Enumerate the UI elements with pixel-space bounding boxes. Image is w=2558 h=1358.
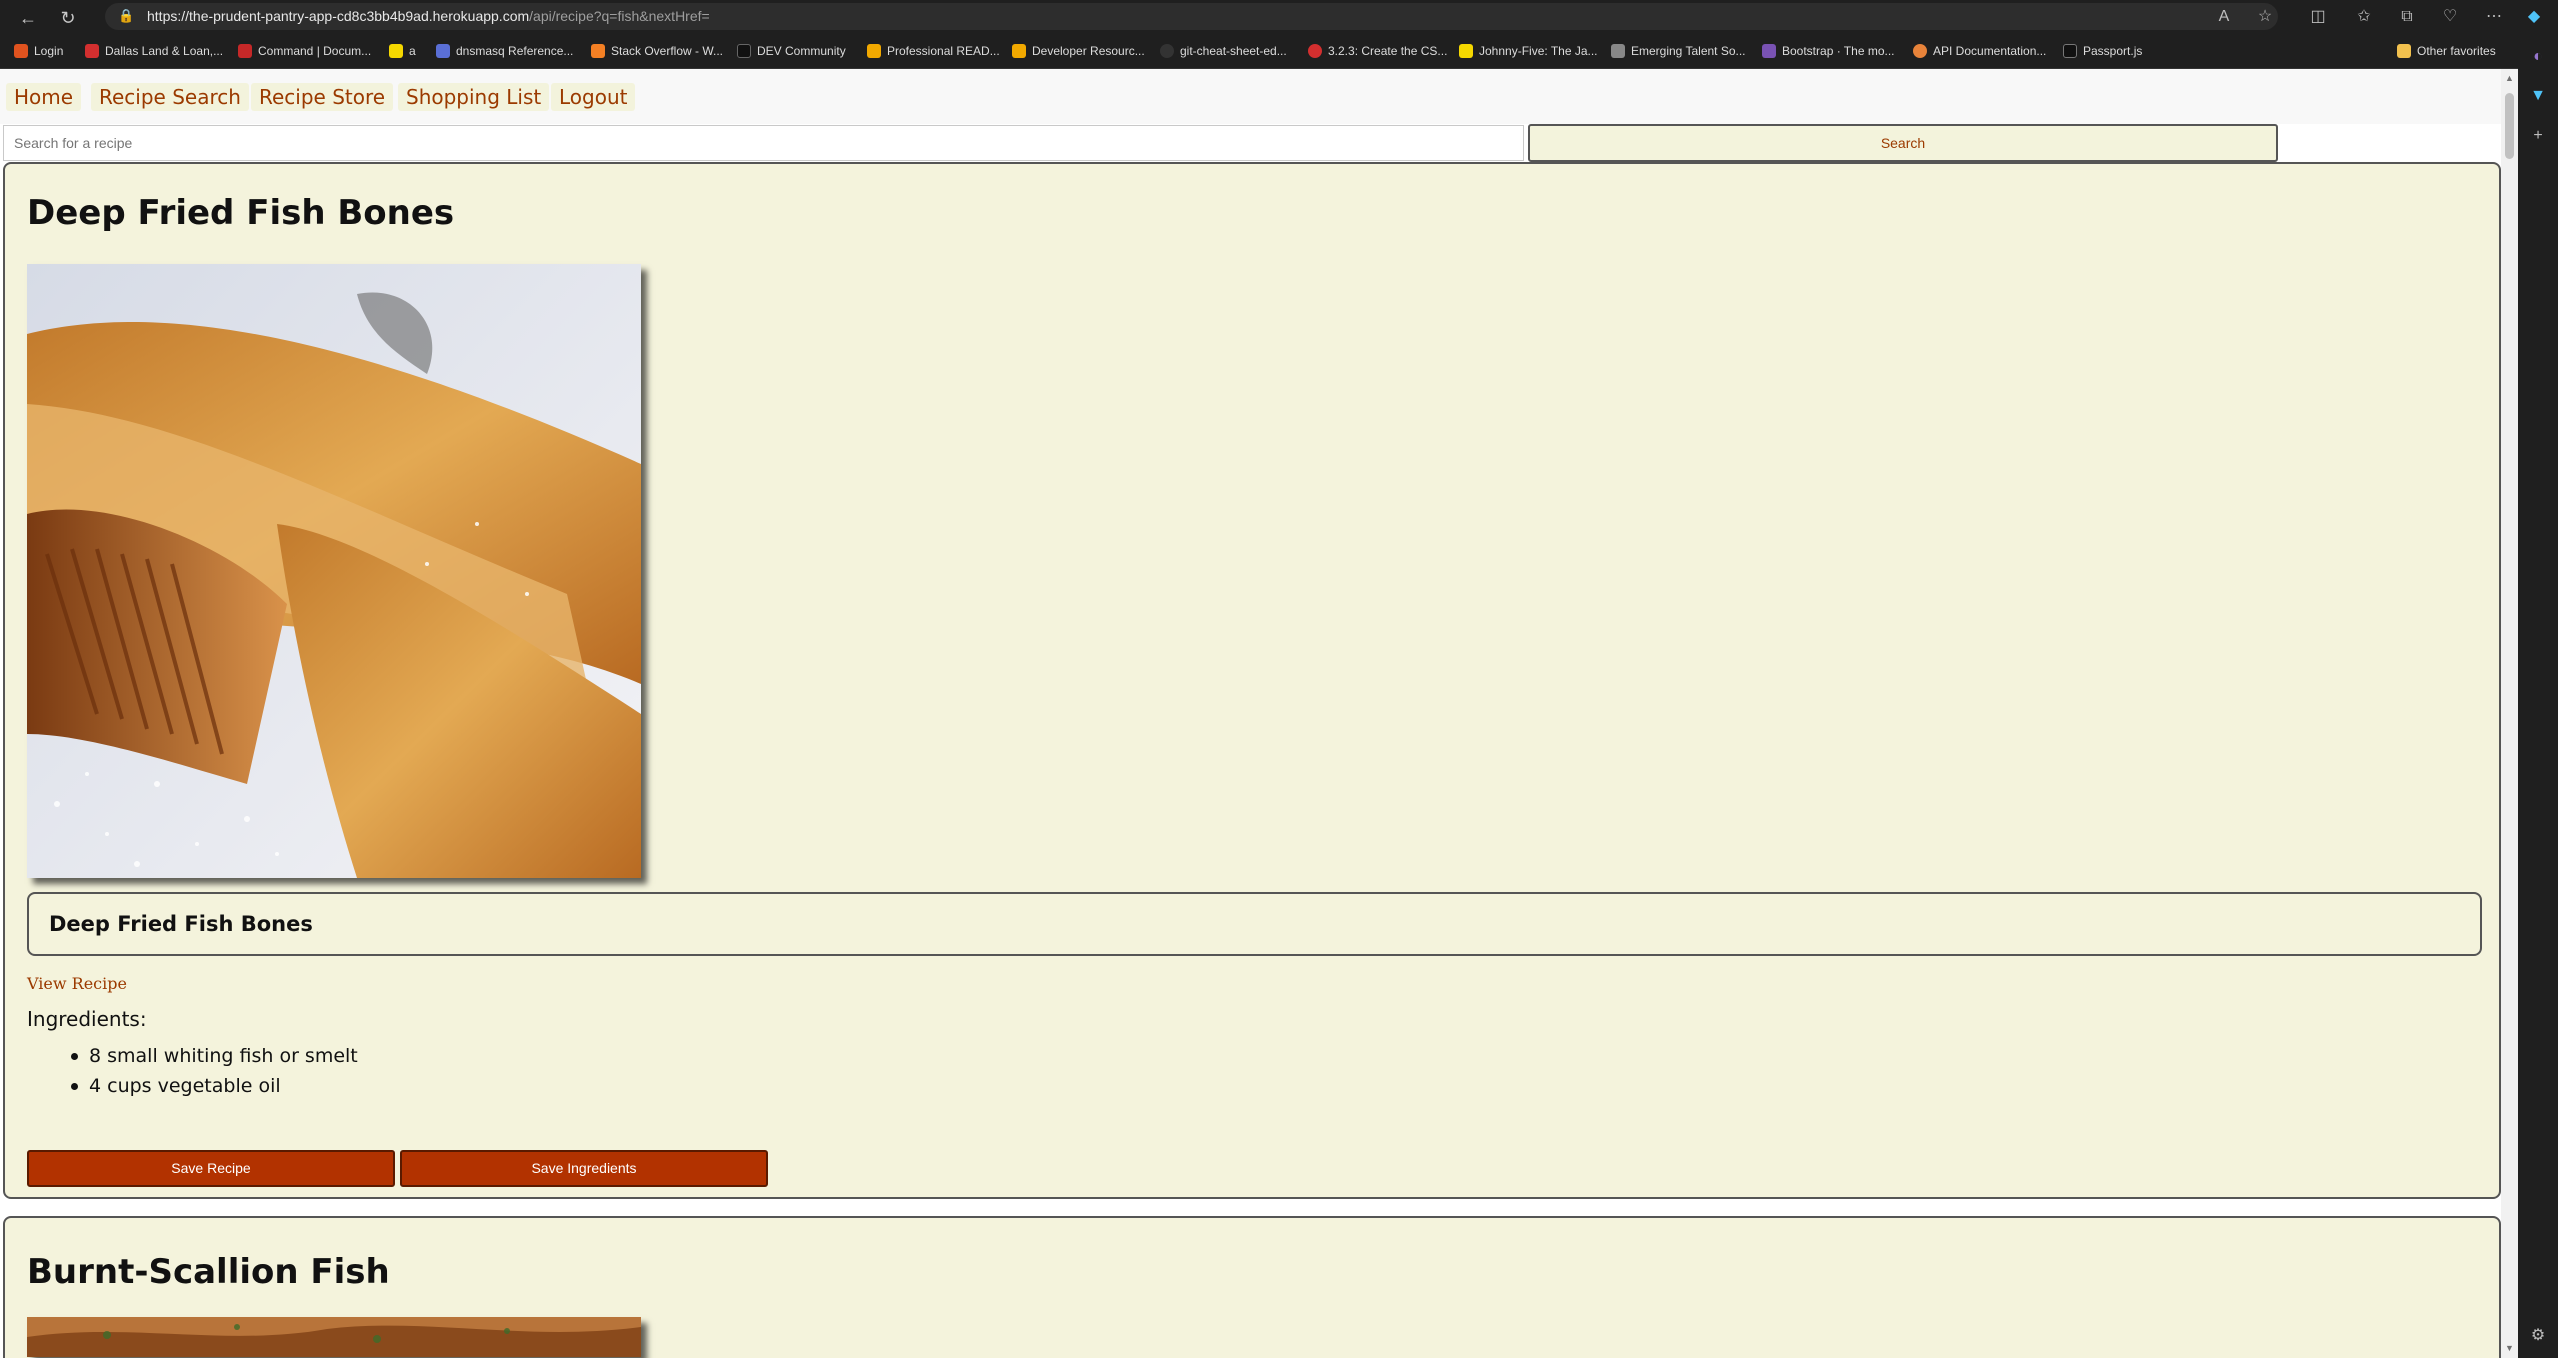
- favorite-star-icon[interactable]: ☆: [2255, 7, 2275, 27]
- ingredients-list: 8 small whiting fish or smelt 4 cups veg…: [65, 1041, 358, 1101]
- recipe-label: Deep Fried Fish Bones: [49, 912, 313, 936]
- app-navbar: Home Recipe Search Recipe Store Shopping…: [0, 69, 2501, 124]
- ingredient-item: 8 small whiting fish or smelt: [65, 1041, 358, 1071]
- split-screen-icon[interactable]: ◫: [2308, 7, 2328, 27]
- passport-icon: [2063, 44, 2077, 58]
- collections-icon[interactable]: ⧉: [2397, 7, 2417, 27]
- bookmark-favicon-icon: [1913, 44, 1927, 58]
- bookmark-item[interactable]: git-cheat-sheet-ed...: [1160, 42, 1287, 60]
- github-icon: [1160, 44, 1174, 58]
- bookmark-item[interactable]: dnsmasq Reference...: [436, 42, 573, 60]
- bootstrap-icon: [1762, 44, 1776, 58]
- bookmark-favicon-icon: [737, 44, 751, 58]
- bookmark-favicon-icon: [867, 44, 881, 58]
- ingredients-heading: Ingredients:: [27, 1007, 147, 1031]
- search-input[interactable]: Search for a recipe: [3, 125, 1524, 161]
- browser-toolbar: ← ↻ 🔒 https://the-prudent-pantry-app-cd8…: [0, 0, 2558, 33]
- page-scrollbar[interactable]: ▲ ▼: [2501, 69, 2518, 1358]
- ingredient-item: 4 cups vegetable oil: [65, 1071, 358, 1101]
- bookmark-item[interactable]: Professional READ...: [867, 42, 1000, 60]
- recipe-card: Burnt-Scallion Fish: [3, 1216, 2501, 1358]
- save-ingredients-button[interactable]: Save Ingredients: [400, 1150, 768, 1187]
- recipe-card: Deep Fried Fish Bones Deep Fried Fish Bo…: [3, 162, 2501, 1199]
- scroll-thumb[interactable]: [2505, 93, 2514, 159]
- nav-recipe-search-link[interactable]: Recipe Search: [91, 83, 249, 111]
- scroll-up-arrow-icon[interactable]: ▲: [2504, 73, 2515, 84]
- bookmark-item[interactable]: DEV Community: [737, 42, 846, 60]
- scroll-down-arrow-icon[interactable]: ▼: [2504, 1343, 2515, 1354]
- read-aloud-icon[interactable]: A: [2214, 7, 2234, 27]
- bookmark-item[interactable]: a: [389, 42, 416, 60]
- bookmark-favicon-icon: [389, 44, 403, 58]
- bookmark-item[interactable]: Emerging Talent So...: [1611, 42, 1746, 60]
- nav-logout-link[interactable]: Logout: [551, 83, 636, 111]
- bookmark-item[interactable]: Login: [14, 42, 63, 60]
- bookmark-favicon-icon: [14, 44, 28, 58]
- bookmark-favicon-icon: [1308, 44, 1322, 58]
- bookmark-favicon-icon: [1459, 44, 1473, 58]
- sidebar-drop-icon[interactable]: ▼: [2529, 87, 2547, 105]
- url-text: https://the-prudent-pantry-app-cd8c3bb4b…: [147, 8, 710, 24]
- recipe-label-box: Deep Fried Fish Bones: [27, 892, 2482, 956]
- recipe-image: [27, 1317, 641, 1357]
- bookmark-item[interactable]: Dallas Land & Loan,...: [85, 42, 223, 60]
- more-menu-icon[interactable]: ⋯: [2484, 7, 2504, 27]
- other-favorites-folder[interactable]: Other favorites: [2397, 42, 2496, 60]
- copilot-icon[interactable]: ◆: [2524, 7, 2544, 27]
- search-button[interactable]: Search: [1528, 124, 2278, 162]
- view-recipe-link[interactable]: View Recipe: [27, 974, 127, 993]
- bookmark-item[interactable]: Command | Docum...: [238, 42, 371, 60]
- bookmark-favicon-icon: [1611, 44, 1625, 58]
- sidebar-settings-icon[interactable]: ⚙: [2529, 1327, 2547, 1345]
- page-viewport: Home Recipe Search Recipe Store Shopping…: [0, 69, 2518, 1358]
- sidebar-app-icon[interactable]: ◐: [2529, 48, 2547, 66]
- bookmarks-bar: Login Dallas Land & Loan,... Command | D…: [0, 33, 2558, 69]
- bookmark-item[interactable]: Bootstrap · The mo...: [1762, 42, 1895, 60]
- recipe-title: Burnt-Scallion Fish: [27, 1252, 390, 1292]
- browser-essentials-icon[interactable]: ♡: [2440, 7, 2460, 27]
- nav-shopping-list-link[interactable]: Shopping List: [398, 83, 550, 111]
- sidebar-add-icon[interactable]: +: [2529, 127, 2547, 145]
- back-arrow-icon[interactable]: ←: [16, 6, 40, 30]
- save-recipe-button[interactable]: Save Recipe: [27, 1150, 395, 1187]
- reload-icon[interactable]: ↻: [56, 6, 80, 30]
- bookmark-favicon-icon: [85, 44, 99, 58]
- bookmark-item[interactable]: API Documentation...: [1913, 42, 2046, 60]
- browser-sidebar: ◐ ▼ + ⚙: [2518, 33, 2558, 1358]
- bookmark-item[interactable]: Johnny-Five: The Ja...: [1459, 42, 1598, 60]
- bookmark-item[interactable]: Passport.js: [2063, 42, 2142, 60]
- recipe-title: Deep Fried Fish Bones: [27, 193, 455, 233]
- bookmark-item[interactable]: Stack Overflow - W...: [591, 42, 723, 60]
- recipe-image: [27, 264, 641, 878]
- lock-icon: 🔒: [118, 8, 135, 23]
- bookmark-favicon-icon: [1012, 44, 1026, 58]
- bookmark-favicon-icon: [436, 44, 450, 58]
- bookmark-item[interactable]: 3.2.3: Create the CS...: [1308, 42, 1447, 60]
- address-bar[interactable]: 🔒 https://the-prudent-pantry-app-cd8c3bb…: [105, 3, 2278, 30]
- nav-home-link[interactable]: Home: [6, 83, 82, 111]
- nav-recipe-store-link[interactable]: Recipe Store: [251, 83, 394, 111]
- bookmark-favicon-icon: [591, 44, 605, 58]
- folder-icon: [2397, 44, 2411, 58]
- bookmark-item[interactable]: Developer Resourc...: [1012, 42, 1145, 60]
- bookmark-favicon-icon: [238, 44, 252, 58]
- favorites-icon[interactable]: ✩: [2354, 7, 2374, 27]
